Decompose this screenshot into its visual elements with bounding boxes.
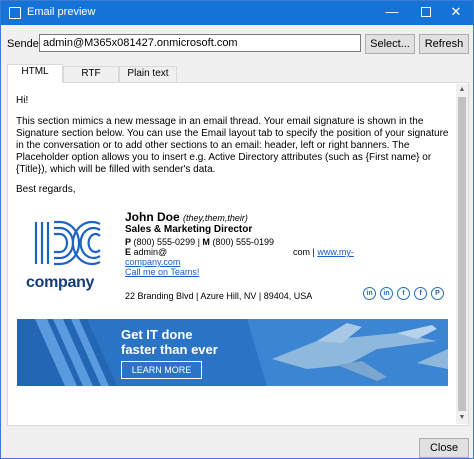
preview-panel: Hi! This section mimics a new message in… (7, 82, 469, 426)
signature-name: John Doe (they,them,their) (125, 210, 248, 224)
vertical-scrollbar[interactable]: ▲ ▼ (456, 84, 468, 424)
window-title: Email preview (27, 6, 96, 18)
sender-input[interactable]: admin@M365x081427.onmicrosoft.com (39, 34, 361, 52)
select-button[interactable]: Select... (365, 34, 415, 54)
linkedin-alt-icon[interactable]: in (380, 287, 393, 300)
scroll-down-icon[interactable]: ▼ (456, 412, 468, 424)
email-left[interactable]: admin@ (134, 247, 168, 257)
twitter-icon[interactable]: t (397, 287, 410, 300)
company-logo-text: company (26, 274, 95, 291)
signature-email-right: com | www.my- (293, 247, 354, 257)
maximize-icon (421, 6, 431, 17)
maximize-button[interactable] (409, 1, 443, 25)
email-preview-window: Email preview — ✕ Sender: admin@M365x081… (0, 0, 474, 459)
email-regards: Best regards, (16, 184, 76, 195)
tab-plain-text[interactable]: Plain text (119, 66, 177, 82)
learn-more-button[interactable]: LEARN MORE (121, 361, 202, 379)
scroll-thumb[interactable] (458, 97, 466, 411)
refresh-button[interactable]: Refresh (419, 34, 469, 54)
banner-artwork-icon (17, 319, 448, 386)
window-icon (9, 7, 21, 19)
phone-number: (800) 555-0299 (133, 237, 196, 247)
tab-rtf[interactable]: RTF (63, 66, 119, 82)
teams-link[interactable]: Call me on Teams! (125, 267, 199, 277)
tab-html[interactable]: HTML (7, 64, 63, 83)
email-greeting: Hi! (16, 95, 29, 106)
signature-name-text: John Doe (125, 210, 180, 224)
website-link-part1[interactable]: www.my- (317, 247, 354, 257)
mobile-number: (800) 555-0199 (212, 237, 274, 247)
close-button[interactable]: Close (419, 438, 469, 458)
signature-pronouns: (they,them,their) (183, 213, 248, 223)
minimize-button[interactable]: — (375, 1, 409, 25)
email-right: com | (293, 247, 315, 257)
promo-banner[interactable]: Get IT done faster than ever LEARN MORE (17, 319, 448, 386)
facebook-icon[interactable]: f (414, 287, 427, 300)
banner-headline-1: Get IT done (121, 327, 193, 342)
scroll-up-icon[interactable]: ▲ (456, 84, 468, 96)
pinterest-icon[interactable]: P (431, 287, 444, 300)
linkedin-icon[interactable]: in (363, 287, 376, 300)
signature-title: Sales & Marketing Director (125, 224, 253, 235)
signature-address: 22 Branding Blvd | Azure Hill, NV | 8940… (125, 291, 313, 301)
banner-headline-2: faster than ever (121, 342, 218, 357)
mobile-prefix: M (202, 237, 210, 247)
signature-email: E admin@ (125, 247, 167, 257)
title-bar: Email preview — ✕ (1, 1, 473, 25)
email-body: This section mimics a new message in an … (16, 116, 449, 175)
close-window-button[interactable]: ✕ (439, 1, 473, 25)
website-link-part2[interactable]: company.com (125, 257, 180, 267)
signature-phones: P (800) 555-0299 | M (800) 555-0199 (125, 237, 274, 247)
phone-prefix: P (125, 237, 132, 247)
email-prefix: E (125, 247, 132, 257)
